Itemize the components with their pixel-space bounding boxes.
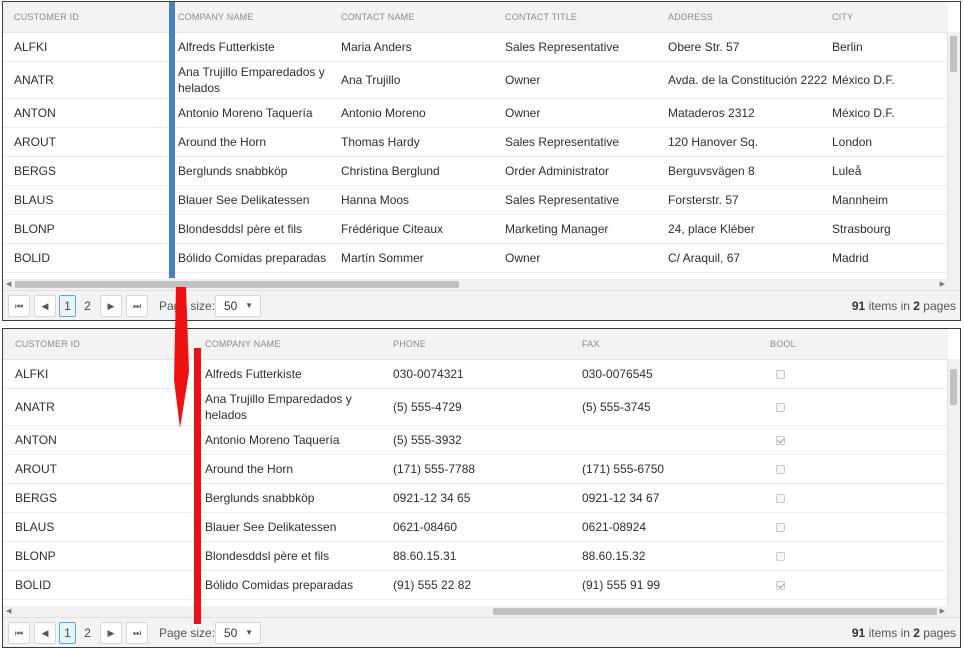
column-marker-red-bar <box>194 348 201 624</box>
column-shift-arrow <box>174 287 189 428</box>
column-marker-red <box>174 287 201 624</box>
